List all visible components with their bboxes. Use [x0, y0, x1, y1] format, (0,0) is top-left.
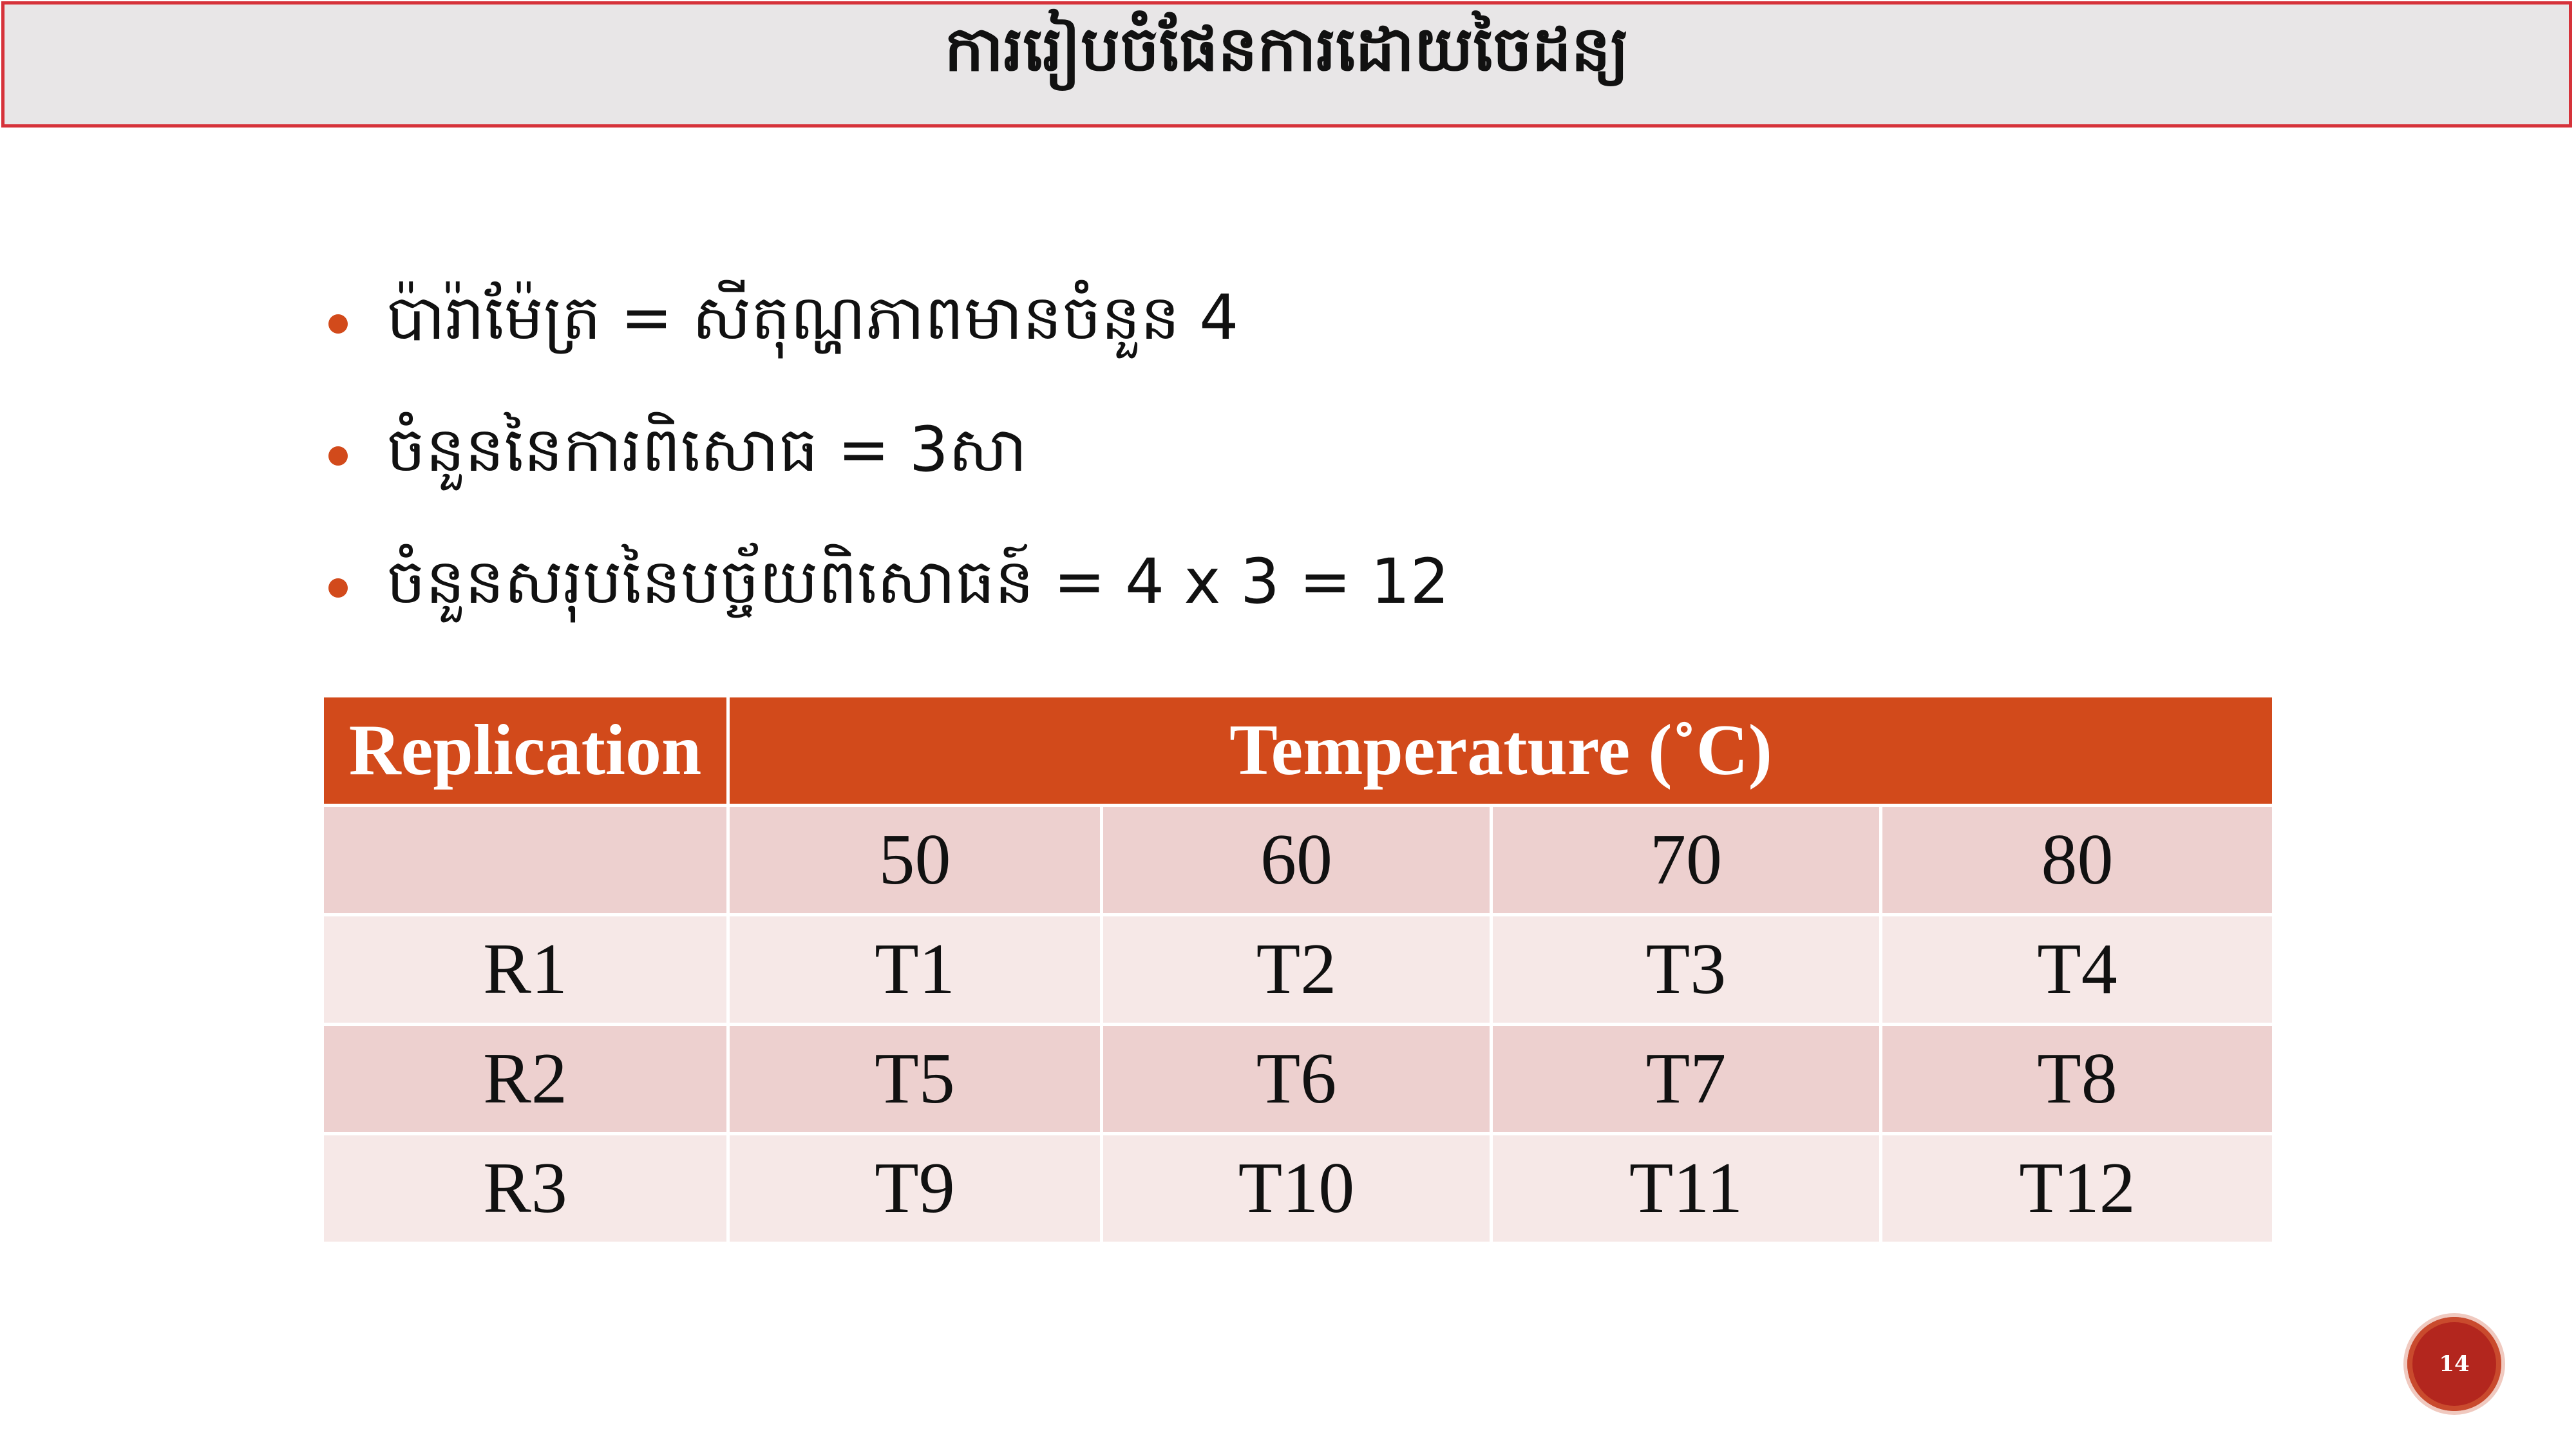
- table-cell: [321, 804, 730, 916]
- slide-title: ការរៀបចំផែនការដោយចៃដន្យ: [944, 12, 1629, 85]
- table-row: R2 T5 T6 T7 T8: [321, 1023, 2276, 1135]
- bullet-dot-icon: [328, 578, 348, 598]
- bullet-text: ចំនួនសរុបនៃបច្ច័យពិសោធន៍ = 4 x 3 = 12: [386, 545, 1450, 618]
- bullet-dot-icon: [328, 314, 348, 334]
- treatment-table: Replication Temperature (˚C) 50 60 70 80…: [321, 694, 2276, 1245]
- bullet-text: ចំនួននៃការពិសោធ = 3សា: [386, 413, 1027, 486]
- page-number: 14: [2439, 1351, 2470, 1377]
- table-row: R1 T1 T2 T3 T4: [321, 913, 2276, 1026]
- table-cell: T8: [1879, 1023, 2276, 1135]
- title-bar: ការរៀបចំផែនការដោយចៃដន្យ: [1, 1, 2572, 128]
- table-cell: T3: [1490, 913, 1882, 1026]
- table-cell: 50: [726, 804, 1103, 916]
- bullet-dot-icon: [328, 446, 348, 466]
- table-cell: T11: [1490, 1132, 1882, 1245]
- table-row: R3 T9 T10 T11 T12: [321, 1132, 2276, 1245]
- table-cell: R1: [321, 913, 730, 1026]
- temperature-row: 50 60 70 80: [321, 804, 2276, 916]
- table-cell: T6: [1100, 1023, 1493, 1135]
- table-cell: T10: [1100, 1132, 1493, 1245]
- header-temperature: Temperature (˚C): [726, 694, 2276, 807]
- table-cell: T9: [726, 1132, 1103, 1245]
- bullet-item: ចំនួនសរុបនៃបច្ច័យពិសោធន៍ = 4 x 3 = 12: [328, 522, 1450, 654]
- bullet-list: ប៉ារ៉ាម៉ែត្រ = សីតុណ្ហភាពមានចំនួន 4 ចំនួ…: [328, 258, 1450, 654]
- bullet-text: ប៉ារ៉ាម៉ែត្រ = សីតុណ្ហភាពមានចំនួន 4: [386, 281, 1239, 354]
- table-header-row: Replication Temperature (˚C): [321, 694, 2276, 807]
- bullet-item: ចំនួននៃការពិសោធ = 3សា: [328, 390, 1450, 522]
- table-cell: R2: [321, 1023, 730, 1135]
- table-cell: T12: [1879, 1132, 2276, 1245]
- table-cell: T1: [726, 913, 1103, 1026]
- slide: ការរៀបចំផែនការដោយចៃដន្យ ប៉ារ៉ាម៉ែត្រ = ស…: [0, 0, 2576, 1449]
- table-cell: 60: [1100, 804, 1493, 916]
- page-number-badge: 14: [2407, 1317, 2501, 1411]
- table-cell: 70: [1490, 804, 1882, 916]
- table-cell: T2: [1100, 913, 1493, 1026]
- header-replication: Replication: [321, 694, 730, 807]
- table-cell: T5: [726, 1023, 1103, 1135]
- table-cell: T4: [1879, 913, 2276, 1026]
- table-cell: R3: [321, 1132, 730, 1245]
- table-cell: 80: [1879, 804, 2276, 916]
- bullet-item: ប៉ារ៉ាម៉ែត្រ = សីតុណ្ហភាពមានចំនួន 4: [328, 258, 1450, 390]
- table-cell: T7: [1490, 1023, 1882, 1135]
